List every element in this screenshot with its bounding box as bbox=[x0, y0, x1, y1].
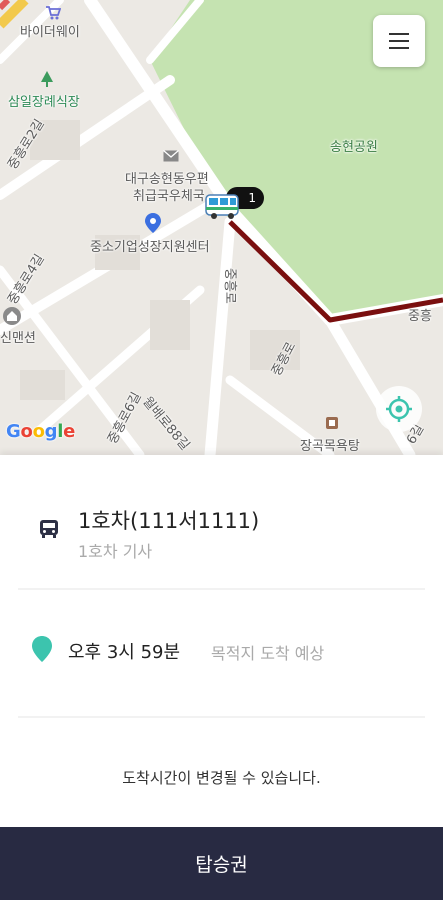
tree-icon bbox=[38, 70, 56, 88]
map-label-post-office-2: 취급국우체국 bbox=[133, 189, 205, 204]
google-logo: Google bbox=[6, 421, 76, 442]
divider bbox=[18, 716, 425, 718]
notice-text: 도착시간이 변경될 수 있습니다. bbox=[122, 769, 321, 787]
menu-button[interactable] bbox=[373, 15, 425, 67]
map-label-mart: 바이더웨이 bbox=[20, 25, 80, 40]
vehicle-driver: 1호차 기사 bbox=[78, 542, 153, 561]
boarding-pass-button[interactable]: 탑승권 bbox=[0, 827, 443, 900]
hamburger-icon-line bbox=[389, 47, 409, 49]
map-label-street-vertical: 중흥로 bbox=[222, 268, 237, 304]
locate-button[interactable] bbox=[376, 386, 422, 432]
crosshair-icon bbox=[386, 396, 412, 422]
location-pin-icon bbox=[32, 636, 52, 662]
trip-info-panel: 1호차(111서1111) 1호차 기사 오후 3시 59분 목적지 도착 예상… bbox=[0, 455, 443, 827]
mail-icon bbox=[162, 149, 180, 163]
home-icon bbox=[2, 306, 22, 326]
bus-vehicle-icon bbox=[205, 194, 239, 219]
map-label-restaurant: 삼일장례식장 bbox=[8, 95, 80, 110]
map-label-bath: 장곡목욕탕 bbox=[300, 439, 360, 454]
map-label-center: 중소기업성장지원센터 bbox=[90, 240, 210, 255]
eta-label: 목적지 도착 예상 bbox=[211, 644, 325, 663]
hamburger-icon bbox=[389, 33, 409, 35]
eta-row: 오후 3시 59분 목적지 도착 예상 bbox=[0, 590, 443, 715]
vehicle-row: 1호차(111서1111) 1호차 기사 bbox=[0, 455, 443, 585]
shopping-cart-icon bbox=[44, 4, 62, 22]
map-label-street-right: 중흥 bbox=[408, 309, 432, 324]
map-base bbox=[0, 0, 443, 455]
bus-marker[interactable]: 1 bbox=[204, 187, 264, 221]
boarding-pass-label: 탑승권 bbox=[195, 854, 248, 876]
map-label-park: 송현공원 bbox=[330, 140, 378, 155]
hamburger-icon-line bbox=[389, 40, 409, 42]
map-pin-icon bbox=[144, 212, 162, 234]
map-label-pension: 신맨션 bbox=[0, 331, 36, 346]
bath-icon bbox=[324, 415, 340, 431]
vehicle-title: 1호차(111서1111) bbox=[78, 509, 260, 533]
bus-marker-label: 1 bbox=[248, 191, 256, 205]
eta-time: 오후 3시 59분 bbox=[68, 642, 181, 663]
bus-icon bbox=[40, 520, 58, 538]
map-label-post-office: 대구송현동우편 bbox=[125, 172, 209, 187]
map-view[interactable]: 바이더웨이 삼일장례식장 중흥로2길 중흥로4길 신맨션 대구송현동우편 취급국… bbox=[0, 0, 443, 455]
